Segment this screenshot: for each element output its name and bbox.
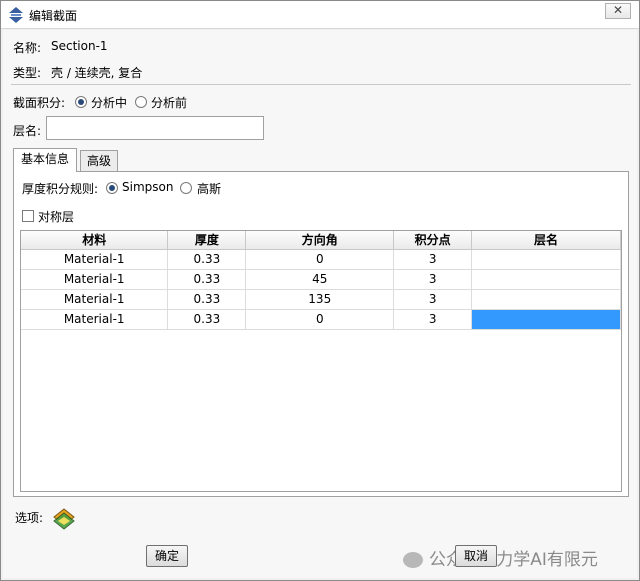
name-label: 名称: bbox=[13, 41, 42, 55]
cell-orientation[interactable]: 0 bbox=[245, 249, 395, 270]
col-header-orientation[interactable]: 方向角 bbox=[245, 231, 395, 250]
app-icon bbox=[9, 7, 23, 23]
options-label: 选项: bbox=[15, 511, 44, 525]
cell-thickness[interactable]: 0.33 bbox=[167, 309, 247, 330]
cell-material[interactable]: Material-1 bbox=[21, 309, 169, 330]
table-row: Material-1 0.33 0 3 bbox=[21, 309, 621, 330]
table-row: Material-1 0.33 135 3 bbox=[21, 289, 621, 310]
integration-label: 截面积分: bbox=[13, 96, 66, 110]
background-artifact bbox=[321, 5, 591, 25]
type-label: 类型: bbox=[13, 66, 42, 80]
dialog-body: 名称: Section-1 类型: 壳 / 连续壳, 复合 截面积分: 分析中 … bbox=[3, 30, 637, 578]
cell-layer-name[interactable] bbox=[471, 249, 621, 270]
cell-material[interactable]: Material-1 bbox=[21, 249, 169, 270]
cancel-button-label[interactable]: 取消 bbox=[464, 549, 488, 563]
table-row: Material-1 0.33 0 3 bbox=[21, 249, 621, 270]
ok-button[interactable]: 确定 bbox=[146, 545, 188, 567]
radio-gauss-label[interactable]: 高斯 bbox=[197, 180, 221, 197]
close-icon[interactable]: ✕ bbox=[613, 3, 623, 17]
cell-material[interactable]: Material-1 bbox=[21, 289, 169, 310]
tab-advanced-label[interactable]: 高级 bbox=[87, 154, 111, 168]
watermark: 公众号 · 力学AI有限元 bbox=[403, 545, 598, 570]
symmetric-checkbox[interactable] bbox=[22, 210, 34, 222]
cell-thickness[interactable]: 0.33 bbox=[167, 269, 247, 290]
table-row: Material-1 0.33 45 3 bbox=[21, 269, 621, 290]
radio-before-analysis-label[interactable]: 分析前 bbox=[151, 94, 187, 111]
thickness-rule-label: 厚度积分规则: bbox=[22, 182, 99, 196]
cell-layer-name[interactable] bbox=[471, 269, 621, 290]
tab-basic-info[interactable]: 基本信息 bbox=[13, 148, 77, 172]
layer-options-icon[interactable] bbox=[52, 507, 76, 531]
col-header-thickness[interactable]: 厚度 bbox=[167, 231, 247, 250]
radio-simpson-label[interactable]: Simpson bbox=[122, 180, 173, 194]
symmetric-label[interactable]: 对称层 bbox=[38, 208, 74, 225]
tab-panel-basic-info: 厚度积分规则: Simpson 高斯 对称层 材料 厚度 方向角 积分点 层名 bbox=[13, 171, 629, 497]
table-header-row: 材料 厚度 方向角 积分点 层名 bbox=[21, 231, 621, 250]
cell-integration-points[interactable]: 3 bbox=[393, 309, 473, 330]
col-header-layer-name[interactable]: 层名 bbox=[471, 231, 621, 250]
layer-table: 材料 厚度 方向角 积分点 层名 Material-1 0.33 0 3 Mat… bbox=[20, 230, 622, 492]
cell-integration-points[interactable]: 3 bbox=[393, 269, 473, 290]
radio-during-analysis[interactable] bbox=[75, 96, 87, 108]
col-header-material[interactable]: 材料 bbox=[21, 231, 169, 250]
tab-advanced[interactable]: 高级 bbox=[80, 150, 118, 172]
edit-section-dialog: 编辑截面 ✕ 名称: Section-1 类型: 壳 / 连续壳, 复合 截面积… bbox=[0, 0, 640, 581]
cell-material[interactable]: Material-1 bbox=[21, 269, 169, 290]
cell-integration-points[interactable]: 3 bbox=[393, 289, 473, 310]
cell-layer-name-selected[interactable] bbox=[471, 309, 621, 330]
close-button[interactable]: ✕ bbox=[605, 3, 631, 19]
cell-orientation[interactable]: 45 bbox=[245, 269, 395, 290]
radio-before-analysis[interactable] bbox=[135, 96, 147, 108]
name-value: Section-1 bbox=[51, 39, 108, 53]
radio-gauss[interactable] bbox=[180, 182, 192, 194]
cell-orientation[interactable]: 0 bbox=[245, 309, 395, 330]
type-value: 壳 / 连续壳, 复合 bbox=[51, 66, 143, 80]
cell-integration-points[interactable]: 3 bbox=[393, 249, 473, 270]
cancel-button[interactable]: 取消 bbox=[455, 545, 497, 567]
divider bbox=[11, 84, 631, 85]
wechat-icon bbox=[403, 552, 423, 568]
cell-orientation[interactable]: 135 bbox=[245, 289, 395, 310]
title-bar: 编辑截面 ✕ bbox=[1, 1, 639, 29]
dialog-title: 编辑截面 bbox=[29, 9, 78, 23]
layer-table-grid: 材料 厚度 方向角 积分点 层名 Material-1 0.33 0 3 Mat… bbox=[21, 231, 621, 330]
radio-during-analysis-label[interactable]: 分析中 bbox=[91, 94, 127, 111]
cell-layer-name[interactable] bbox=[471, 289, 621, 310]
ok-button-label[interactable]: 确定 bbox=[155, 549, 179, 563]
tab-basic-info-label[interactable]: 基本信息 bbox=[21, 152, 69, 166]
layer-name-input[interactable] bbox=[46, 116, 264, 140]
cell-thickness[interactable]: 0.33 bbox=[167, 289, 247, 310]
cell-thickness[interactable]: 0.33 bbox=[167, 249, 247, 270]
layer-name-label: 层名: bbox=[13, 124, 42, 138]
radio-simpson[interactable] bbox=[106, 182, 118, 194]
col-header-integration-points[interactable]: 积分点 bbox=[393, 231, 473, 250]
